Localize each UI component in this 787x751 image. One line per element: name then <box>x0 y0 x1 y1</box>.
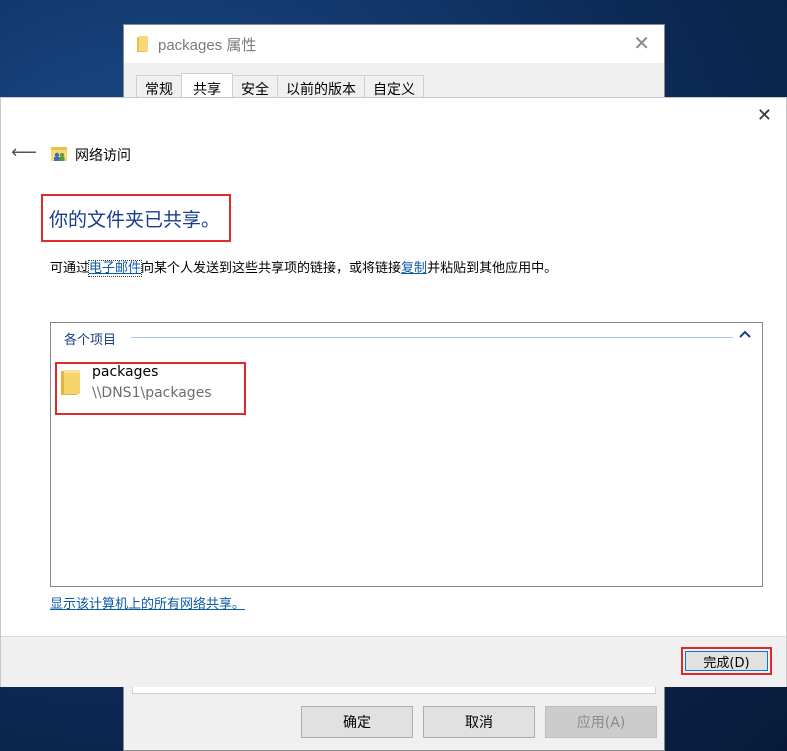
email-link[interactable]: 电子邮件 <box>88 260 143 277</box>
chevron-up-icon[interactable] <box>738 327 752 341</box>
shared-items-list: 各个项目 packages \\DNS1\packages <box>50 322 763 587</box>
network-folder-icon <box>51 147 67 161</box>
ok-button[interactable]: 确定 <box>301 706 413 738</box>
close-icon[interactable]: ✕ <box>757 106 772 126</box>
cancel-button[interactable]: 取消 <box>423 706 535 738</box>
network-access-dialog: ✕ ⟵ 网络访问 你的文件夹已共享。 可通过电子邮件向某个人发送到这些共享项的链… <box>0 97 787 687</box>
copy-link[interactable]: 复制 <box>401 261 427 276</box>
close-icon[interactable]: ✕ <box>633 33 650 53</box>
group-header: 各个项目 <box>64 329 123 348</box>
apply-button[interactable]: 应用(A) <box>545 706 657 738</box>
folder-icon <box>137 36 148 52</box>
share-description: 可通过电子邮件向某个人发送到这些共享项的链接，或将链接复制并粘贴到其他应用中。 <box>50 257 558 277</box>
shared-item-name[interactable]: packages <box>92 364 158 380</box>
description-part1: 可通过 <box>50 261 90 276</box>
properties-title: packages 属性 <box>158 36 257 54</box>
group-header-divider <box>131 337 733 338</box>
done-button[interactable]: 完成(D) <box>685 651 768 671</box>
dialog-nav-title: 网络访问 <box>75 148 131 164</box>
properties-titlebar: packages 属性 ✕ <box>124 25 664 63</box>
description-part3: 并粘贴到其他应用中。 <box>427 261 558 276</box>
back-arrow-icon[interactable]: ⟵ <box>11 144 37 162</box>
folder-icon <box>61 370 80 395</box>
dialog-footer: 完成(D) <box>1 636 786 687</box>
shared-item-path: \\DNS1\packages <box>92 385 212 401</box>
show-all-shares-link[interactable]: 显示该计算机上的所有网络共享。 <box>50 593 245 612</box>
description-part2: 向某个人发送到这些共享项的链接，或将链接 <box>141 261 402 276</box>
properties-button-row: 确定 取消 应用(A) <box>301 706 667 738</box>
page-title: 你的文件夹已共享。 <box>49 209 221 231</box>
